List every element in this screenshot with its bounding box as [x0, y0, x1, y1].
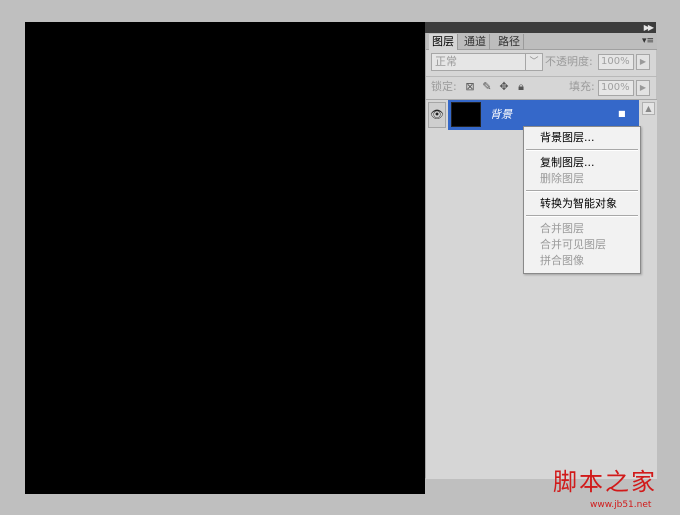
- blend-mode-value: 正常: [435, 55, 457, 68]
- scroll-up-arrow[interactable]: ▲: [642, 102, 655, 115]
- lock-label: 锁定:: [431, 80, 457, 93]
- lock-icon[interactable]: 🔒︎: [515, 81, 527, 93]
- tab-channels[interactable]: 通道: [461, 34, 490, 50]
- menu-item-flatten-image: 拼合图像: [540, 254, 584, 267]
- tab-layers[interactable]: 图层: [429, 34, 458, 50]
- layer-thumbnail: [451, 102, 481, 127]
- menu-separator: [526, 215, 638, 217]
- layer-context-menu: 背景图层... 复制图层... 删除图层 转换为智能对象 合并图层 合并可见图层…: [523, 126, 641, 274]
- menu-item-merge-visible: 合并可见图层: [540, 238, 606, 251]
- eye-icon[interactable]: 👁︎: [428, 102, 446, 128]
- panel-title-strip: ▶▶: [425, 22, 656, 33]
- fill-input[interactable]: 100%: [598, 80, 634, 96]
- opacity-input[interactable]: 100%: [598, 54, 634, 70]
- panel-menu-icon[interactable]: ▾≡: [642, 35, 654, 47]
- panel-tab-bar: 图层 通道 路径 ▾≡: [426, 33, 657, 50]
- fill-label: 填充:: [569, 80, 595, 93]
- document-canvas[interactable]: [25, 22, 425, 494]
- menu-item-duplicate-layer[interactable]: 复制图层...: [540, 155, 595, 171]
- menu-item-layer-from-background[interactable]: 背景图层...: [540, 130, 595, 146]
- blend-opacity-row: 正常 ﹀ 不透明度: 100% ▶: [426, 51, 657, 75]
- menu-separator: [526, 149, 638, 151]
- lock-fill-row: 锁定: ⊠ ✎ ✥ 🔒︎ 填充: 100% ▶: [426, 76, 657, 99]
- tab-paths[interactable]: 路径: [495, 34, 524, 50]
- lock-transparent-pixels-icon[interactable]: ⊠: [464, 81, 476, 93]
- opacity-slider-button[interactable]: ▶: [636, 54, 650, 70]
- fill-slider-button[interactable]: ▶: [636, 80, 650, 96]
- layer-lock-icon: ■: [618, 109, 626, 118]
- brush-icon[interactable]: ✎: [481, 81, 493, 93]
- blend-mode-select[interactable]: 正常 ﹀: [431, 53, 543, 71]
- watermark-logo: 脚本之家: [553, 468, 657, 496]
- double-chevron-right-icon[interactable]: ▶▶: [644, 22, 654, 33]
- move-icon[interactable]: ✥: [498, 81, 510, 93]
- chevron-down-icon: ﹀: [525, 54, 542, 70]
- opacity-label: 不透明度:: [545, 55, 593, 68]
- layer-name: 背景: [490, 108, 512, 121]
- menu-item-delete-layer: 删除图层: [540, 172, 584, 185]
- menu-separator: [526, 190, 638, 192]
- menu-item-merge-layers: 合并图层: [540, 222, 584, 235]
- watermark-url: www.jb51.net: [590, 500, 652, 510]
- menu-item-convert-smart-object[interactable]: 转换为智能对象: [540, 196, 617, 212]
